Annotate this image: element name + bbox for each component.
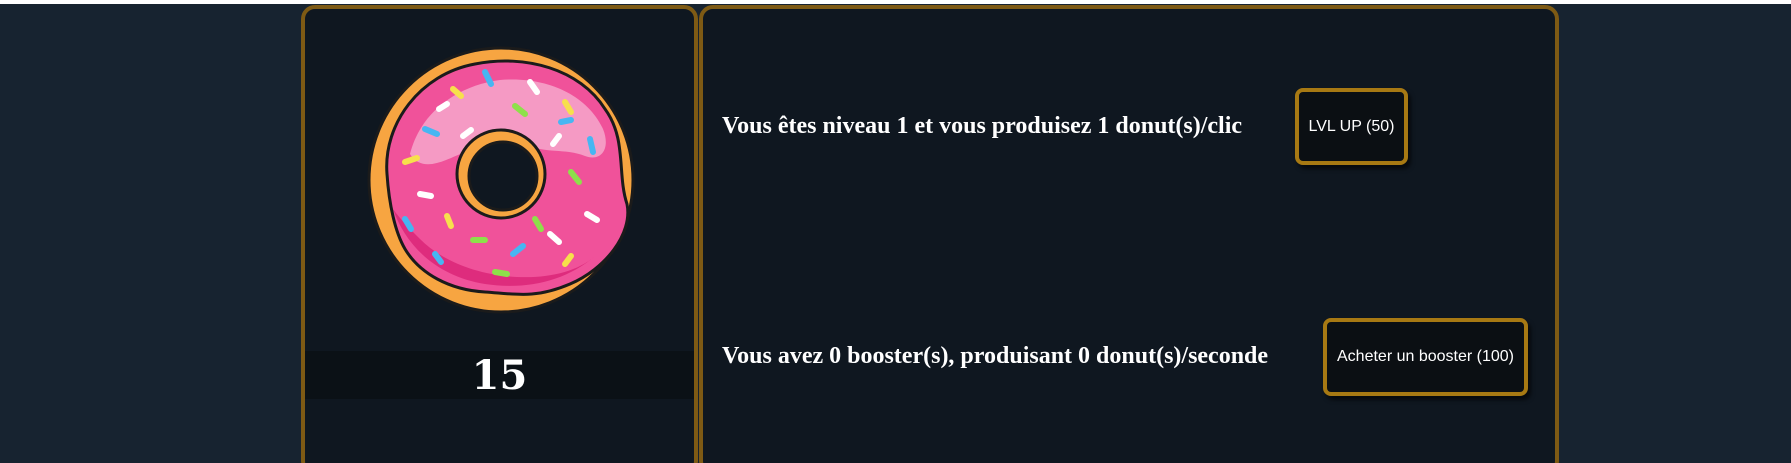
- donut-panel: 15: [301, 5, 698, 463]
- score-bar: 15: [305, 351, 694, 399]
- booster-status-text: Vous avez 0 booster(s), produisant 0 don…: [722, 343, 1269, 369]
- level-status-text: Vous êtes niveau 1 et vous produisez 1 d…: [722, 113, 1243, 139]
- donut-click-button[interactable]: [365, 44, 637, 316]
- donut-icon: [367, 46, 635, 314]
- donut-count: 15: [471, 351, 528, 399]
- top-strip: [0, 0, 1791, 4]
- upgrades-panel: Vous êtes niveau 1 et vous produisez 1 d…: [699, 5, 1559, 463]
- buy-booster-button[interactable]: Acheter un booster (100): [1323, 318, 1528, 396]
- lvl-up-button[interactable]: LVL UP (50): [1295, 88, 1408, 165]
